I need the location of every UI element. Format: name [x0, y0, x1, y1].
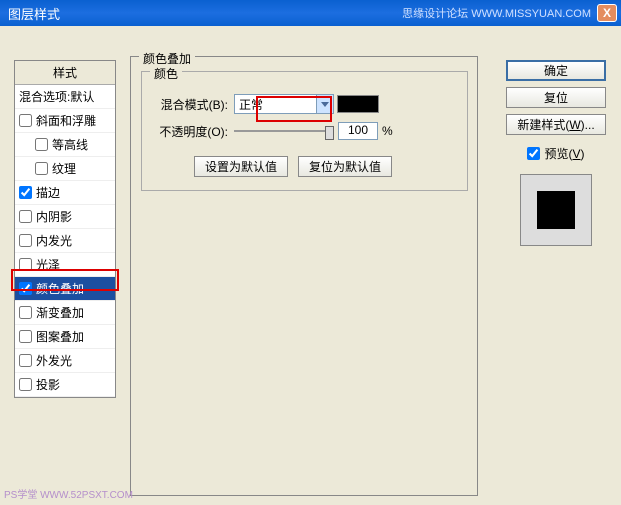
footer-watermark: PS学堂 WWW.52PSXT.COM — [4, 486, 133, 501]
style-label: 描边 — [36, 184, 60, 201]
chevron-down-icon[interactable] — [316, 95, 333, 113]
opacity-label: 不透明度(O): — [148, 123, 228, 140]
blend-options-row[interactable]: 混合选项:默认 — [15, 85, 115, 109]
style-label: 投影 — [36, 376, 60, 393]
style-label: 内阴影 — [36, 208, 72, 225]
style-checkbox[interactable] — [19, 282, 32, 295]
style-label: 颜色叠加 — [36, 280, 84, 297]
color-group: 颜色 混合模式(B): 正常 不透明度(O): 100 % 设置为默认值 复位为… — [141, 71, 468, 191]
style-checkbox[interactable] — [19, 354, 32, 367]
style-item[interactable]: 等高线 — [15, 133, 115, 157]
style-item[interactable]: 内阴影 — [15, 205, 115, 229]
style-checkbox[interactable] — [19, 306, 32, 319]
style-checkbox[interactable] — [35, 162, 48, 175]
style-item[interactable]: 图案叠加 — [15, 325, 115, 349]
right-column: 确定 复位 新建样式(W)... 预览(V) — [501, 60, 611, 246]
style-checkbox[interactable] — [19, 258, 32, 271]
group-title: 颜色 — [150, 65, 182, 82]
style-label: 光泽 — [36, 256, 60, 273]
style-item[interactable]: 纹理 — [15, 157, 115, 181]
style-checkbox[interactable] — [19, 330, 32, 343]
style-item[interactable]: 颜色叠加 — [15, 277, 115, 301]
style-checkbox[interactable] — [35, 138, 48, 151]
style-checkbox[interactable] — [19, 114, 32, 127]
style-label: 内发光 — [36, 232, 72, 249]
style-checkbox[interactable] — [19, 234, 32, 247]
style-item[interactable]: 渐变叠加 — [15, 301, 115, 325]
preview-box — [520, 174, 592, 246]
preview-checkbox[interactable] — [527, 147, 540, 160]
blend-mode-value: 正常 — [239, 96, 263, 113]
blend-mode-label: 混合模式(B): — [148, 96, 228, 113]
reset-default-button[interactable]: 复位为默认值 — [298, 156, 392, 177]
style-checkbox[interactable] — [19, 210, 32, 223]
preview-checkbox-row[interactable]: 预览(V) — [527, 145, 584, 162]
ok-button[interactable]: 确定 — [506, 60, 606, 81]
style-label: 图案叠加 — [36, 328, 84, 345]
blend-mode-select[interactable]: 正常 — [234, 94, 334, 114]
style-label: 外发光 — [36, 352, 72, 369]
window-title: 图层样式 — [4, 4, 402, 23]
style-checkbox[interactable] — [19, 378, 32, 391]
new-style-button[interactable]: 新建样式(W)... — [506, 114, 606, 135]
slider-thumb[interactable] — [325, 126, 334, 140]
style-label: 纹理 — [52, 160, 76, 177]
color-swatch[interactable] — [337, 95, 379, 113]
style-label: 等高线 — [52, 136, 88, 153]
styles-header: 样式 — [15, 61, 115, 85]
opacity-slider[interactable] — [234, 124, 334, 138]
style-item[interactable]: 外发光 — [15, 349, 115, 373]
style-item[interactable]: 投影 — [15, 373, 115, 397]
close-button[interactable]: X — [597, 4, 617, 22]
style-item[interactable]: 斜面和浮雕 — [15, 109, 115, 133]
set-default-button[interactable]: 设置为默认值 — [194, 156, 288, 177]
style-item[interactable]: 光泽 — [15, 253, 115, 277]
preview-swatch — [537, 191, 575, 229]
watermark-text: 思缘设计论坛 WWW.MISSYUAN.COM — [402, 5, 591, 21]
opacity-input[interactable]: 100 — [338, 122, 378, 140]
style-checkbox[interactable] — [19, 186, 32, 199]
effect-panel: 颜色叠加 颜色 混合模式(B): 正常 不透明度(O): 100 % 设置为默认… — [130, 56, 478, 496]
style-label: 斜面和浮雕 — [36, 112, 96, 129]
style-item[interactable]: 描边 — [15, 181, 115, 205]
dialog-body: 样式 混合选项:默认 斜面和浮雕等高线纹理描边内阴影内发光光泽颜色叠加渐变叠加图… — [0, 26, 621, 505]
cancel-button[interactable]: 复位 — [506, 87, 606, 108]
percent-label: % — [382, 124, 393, 138]
style-item[interactable]: 内发光 — [15, 229, 115, 253]
title-bar: 图层样式 思缘设计论坛 WWW.MISSYUAN.COM X — [0, 0, 621, 26]
preview-label: 预览(V) — [544, 145, 584, 162]
styles-list: 样式 混合选项:默认 斜面和浮雕等高线纹理描边内阴影内发光光泽颜色叠加渐变叠加图… — [14, 60, 116, 398]
style-label: 渐变叠加 — [36, 304, 84, 321]
